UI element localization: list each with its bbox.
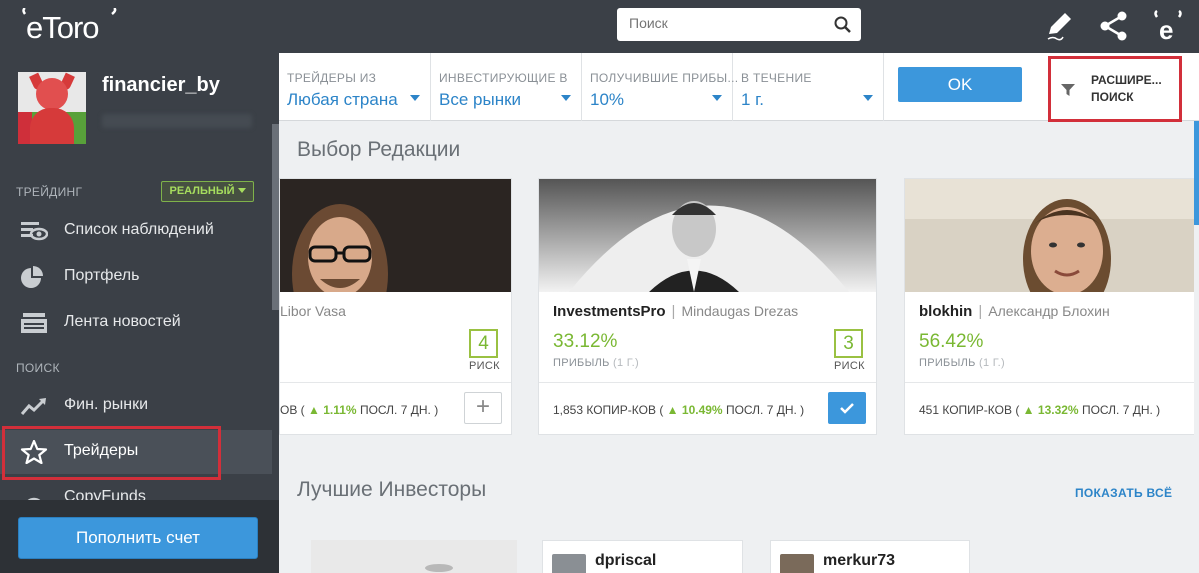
deposit-button[interactable]: Пополнить счет — [18, 517, 258, 559]
filter-country[interactable]: ТРЕЙДЕРЫ ИЗ Любая страна — [279, 53, 431, 121]
caret-down-icon — [237, 187, 246, 193]
etoro-logo-icon: eToro — [22, 6, 117, 45]
trader-name[interactable]: InvestmentsPro | Mindaugas Drezas — [553, 303, 798, 320]
filter-title: ИНВЕСТИРУЮЩИЕ В — [439, 71, 568, 85]
sidebar-item-watchlist[interactable]: Список наблюдений — [0, 209, 272, 253]
filter-period[interactable]: В ТЕЧЕНИЕ 1 г. — [733, 53, 884, 121]
trend-chart-icon — [20, 398, 46, 415]
search-box[interactable] — [617, 8, 861, 41]
copiers-stats: 451 КОПИР-КОВ ( ▲ 13.32% ПОСЛ. 7 ДН. ) — [919, 403, 1161, 417]
advanced-search-button[interactable]: РАСШИРЕ... ПОИСК — [1048, 56, 1182, 122]
filter-title: ПОЛУЧИВШИЕ ПРИБЫ... — [590, 71, 739, 85]
search-section-label: ПОИСК — [16, 361, 60, 375]
sidebar-item-label: Список наблюдений — [64, 221, 214, 238]
sidebar-item-portfolio[interactable]: Портфель — [0, 255, 272, 299]
filter-title: ТРЕЙДЕРЫ ИЗ — [287, 71, 377, 85]
risk-score: 4 — [469, 329, 498, 358]
filter-title: В ТЕЧЕНИЕ — [741, 71, 812, 85]
avatar[interactable] — [18, 72, 86, 144]
risk-label: РИСК — [834, 360, 865, 372]
trader-card[interactable]: blokhin | Александр Блохин 56.42% ПРИБЫЛЬ … — [904, 178, 1196, 435]
trader-card[interactable]: InvestmentsPro | Mindaugas Drezas 33.12% П… — [538, 178, 877, 435]
best-investors-title: Лучшие Инвесторы — [297, 478, 487, 501]
advanced-search-label: РАСШИРЕ... ПОИСК — [1091, 73, 1162, 104]
sidebar-item-label: Фин. рынки — [64, 396, 148, 413]
investor-username[interactable]: merkur73 — [823, 552, 895, 570]
investor-card-image[interactable] — [311, 540, 517, 573]
copiers-stats: ОВ ( ▲ 1.11% ПОСЛ. 7 ДН. ) — [280, 403, 439, 417]
sidebar-scrollbar[interactable] — [272, 124, 279, 310]
show-all-link[interactable]: ПОКАЗАТЬ ВСЁ — [1075, 486, 1172, 500]
dropdown-arrow-icon[interactable] — [410, 95, 420, 101]
filter-value[interactable]: 10% — [590, 90, 624, 110]
investor-username[interactable]: dpriscal — [595, 552, 656, 570]
gain-label: ПРИБЫЛЬ (1 Г.) — [919, 357, 1005, 369]
checkmark-icon — [840, 403, 854, 414]
etoro-logo[interactable]: eToro — [22, 6, 118, 50]
editors-choice-title: Выбор Редакции — [297, 138, 461, 161]
investor-avatar — [780, 554, 814, 573]
investor-card[interactable]: dpriscal — [542, 540, 743, 573]
pie-chart-icon — [21, 266, 43, 288]
user-profile[interactable]: financier_by — [18, 72, 278, 146]
risk-label: РИСК — [469, 360, 500, 372]
filter-funnel-icon — [1061, 84, 1075, 96]
add-trader-button[interactable]: + — [464, 392, 502, 424]
sidebar: eToro financier_by ТРЕЙДИНГ РЕАЛЬНЫЙ Спи… — [0, 0, 279, 573]
trader-card[interactable]: Libor Vasa 4 РИСК ОВ ( ▲ 1.11% ПОСЛ. 7 Д… — [279, 178, 512, 435]
edit-pen-icon[interactable] — [1043, 10, 1075, 42]
news-feed-icon — [21, 313, 47, 333]
investor-photo — [311, 540, 517, 573]
sidebar-item-markets[interactable]: Фин. рынки — [0, 384, 272, 428]
scrollbar-thumb[interactable] — [1194, 121, 1199, 225]
account-mode-dropdown[interactable]: РЕАЛЬНЫЙ — [161, 181, 254, 202]
filter-value[interactable]: Все рынки — [439, 90, 521, 110]
search-input[interactable] — [629, 15, 829, 31]
filter-markets[interactable]: ИНВЕСТИРУЮЩИЕ В Все рынки — [431, 53, 582, 121]
sidebar-item-news-feed[interactable]: Лента новостей — [0, 301, 272, 345]
svg-text:e: e — [1159, 15, 1173, 42]
ok-button[interactable]: OK — [898, 67, 1022, 102]
dropdown-arrow-icon[interactable] — [561, 95, 571, 101]
sidebar-item-label: Портфель — [64, 267, 140, 284]
copy-trader-check-button[interactable] — [828, 392, 866, 424]
search-icon[interactable] — [834, 16, 851, 33]
etoro-e-icon[interactable]: e — [1152, 10, 1184, 42]
trader-photo — [280, 179, 511, 292]
username[interactable]: financier_by — [102, 74, 220, 97]
account-mode-label: РЕАЛЬНЫЙ — [169, 185, 235, 197]
risk-score: 3 — [834, 329, 863, 358]
investor-avatar — [552, 554, 586, 573]
main-scrollbar[interactable] — [1194, 121, 1199, 573]
traders-highlight-box — [2, 426, 221, 480]
eye-list-icon — [21, 222, 48, 241]
trading-section-label: ТРЕЙДИНГ — [16, 185, 83, 199]
dropdown-arrow-icon[interactable] — [712, 95, 722, 101]
copiers-stats: 1,853 КОПИР-КОВ ( ▲ 10.49% ПОСЛ. 7 ДН. ) — [553, 403, 805, 417]
trader-photo — [539, 179, 876, 292]
svg-text:eToro: eToro — [26, 10, 99, 42]
gain-label: ПРИБЫЛЬ (1 Г.) — [553, 357, 639, 369]
sidebar-item-label: Лента новостей — [64, 313, 181, 330]
investor-card[interactable]: merkur73 — [770, 540, 970, 573]
filter-profit[interactable]: ПОЛУЧИВШИЕ ПРИБЫ... 10% — [582, 53, 738, 121]
trader-name[interactable]: Libor Vasa — [280, 303, 346, 320]
trader-name[interactable]: blokhin | Александр Блохин — [919, 303, 1110, 320]
trader-photo — [905, 179, 1195, 292]
gain-percent: 33.12% — [553, 331, 618, 352]
blurred-user-info — [102, 114, 252, 128]
share-icon[interactable] — [1098, 10, 1130, 42]
filter-value[interactable]: 1 г. — [741, 90, 764, 110]
gain-percent: 56.42% — [919, 331, 984, 352]
dropdown-arrow-icon[interactable] — [863, 95, 873, 101]
filter-value[interactable]: Любая страна — [287, 90, 398, 110]
